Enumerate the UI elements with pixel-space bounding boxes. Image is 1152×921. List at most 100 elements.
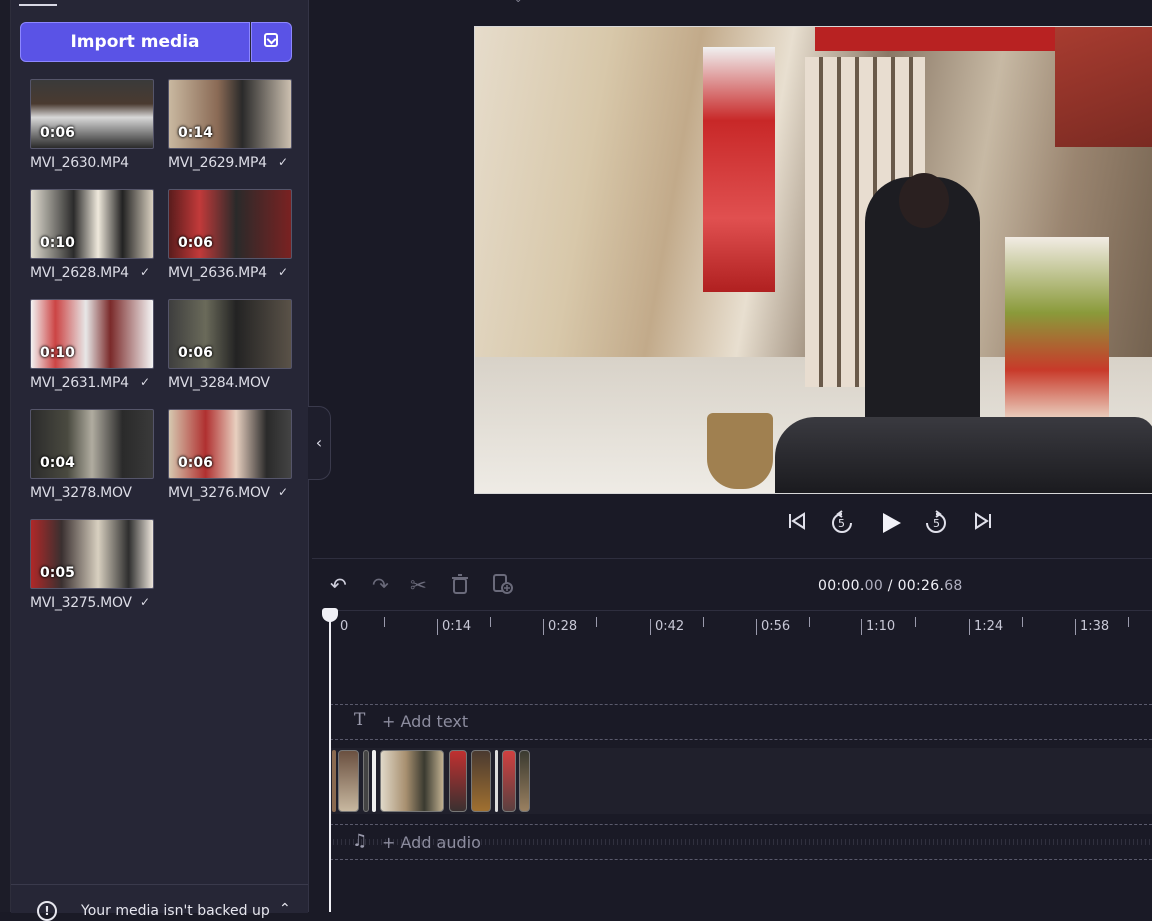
timeline-clip[interactable] <box>363 750 369 812</box>
ruler-label: 0:56 <box>756 619 790 635</box>
caret-icon: ⌄ <box>514 0 522 5</box>
preview-person-head <box>899 173 949 228</box>
media-thumbnail: 0:04 <box>30 409 154 479</box>
media-item[interactable]: 0:06 MVI_2636.MP4 ✓ <box>168 189 292 299</box>
media-item[interactable]: 0:05 MVI_3275.MOV ✓ <box>30 519 154 629</box>
timeline-clip[interactable] <box>519 750 530 812</box>
import-media-dropdown[interactable] <box>251 22 292 62</box>
media-filename: MVI_2631.MP4 <box>30 375 129 391</box>
timeline-clip[interactable] <box>332 750 336 812</box>
forward-5-icon[interactable]: 5 <box>924 510 948 540</box>
current-time: 00:00. <box>818 578 865 594</box>
current-time-ms: 00 <box>864 578 884 594</box>
text-track[interactable]: T + Add text <box>330 704 1152 740</box>
timeline-clip[interactable] <box>502 750 516 812</box>
media-thumbnail: 0:14 <box>168 79 292 149</box>
ruler-label: 0 <box>340 619 349 634</box>
media-thumbnail: 0:06 <box>30 79 154 149</box>
timecode: 00:00.00 / 00:26.68 <box>818 578 963 594</box>
video-track[interactable] <box>330 748 1152 814</box>
timeline-clip[interactable] <box>372 750 376 812</box>
media-duration: 0:04 <box>40 455 75 471</box>
media-duration: 0:05 <box>40 565 75 581</box>
ruler-label: 1:38 <box>1075 619 1109 635</box>
ruler-tick <box>915 617 916 627</box>
time-separator: / <box>887 578 893 594</box>
timeline-clip[interactable] <box>495 750 498 812</box>
media-duration: 0:10 <box>40 345 75 361</box>
timeline-clip[interactable] <box>471 750 491 812</box>
video-preview[interactable] <box>474 26 1152 494</box>
add-to-timeline-icon[interactable] <box>492 573 514 600</box>
ruler-tick <box>490 617 491 627</box>
audio-track[interactable]: ♫ + Add audio <box>330 824 1152 860</box>
redo-icon[interactable]: ↷ <box>372 573 389 597</box>
ruler-tick <box>596 617 597 627</box>
timeline-ruler[interactable]: 0 0:14 0:28 0:42 0:56 1:10 1:24 1:38 <box>330 610 1152 641</box>
ruler-tick <box>1128 617 1129 627</box>
media-duration: 0:10 <box>40 235 75 251</box>
media-thumbnail: 0:05 <box>30 519 154 589</box>
media-item[interactable]: 0:14 MVI_2629.MP4 ✓ <box>168 79 292 189</box>
skip-to-end-icon[interactable] <box>972 510 994 537</box>
added-check-icon: ✓ <box>140 375 151 389</box>
ruler-tick <box>1022 617 1023 627</box>
rewind-5-icon[interactable]: 5 <box>830 510 854 540</box>
play-icon[interactable] <box>878 510 904 540</box>
active-tab-indicator <box>19 4 57 6</box>
added-check-icon: ✓ <box>140 595 151 609</box>
preview-stand <box>1005 237 1109 427</box>
info-icon: ! <box>37 901 57 921</box>
import-media-button[interactable]: Import media <box>20 22 250 62</box>
media-filename: MVI_2629.MP4 <box>168 155 267 171</box>
divider <box>312 558 1152 559</box>
media-duration: 0:06 <box>178 455 213 471</box>
playhead[interactable] <box>329 618 331 912</box>
chevron-up-icon[interactable]: ⌃ <box>279 901 291 917</box>
collapse-panel-button[interactable]: ‹ <box>308 406 331 480</box>
ruler-label: 1:24 <box>969 619 1003 635</box>
preview-roof <box>1055 27 1152 147</box>
media-filename: MVI_3284.MOV <box>168 375 270 391</box>
added-check-icon: ✓ <box>278 155 289 169</box>
undo-icon[interactable]: ↶ <box>330 573 347 597</box>
media-duration: 0:14 <box>178 125 213 141</box>
media-item[interactable]: 0:06 MVI_2630.MP4 <box>30 79 154 189</box>
media-item[interactable]: 0:10 MVI_2631.MP4 ✓ <box>30 299 154 409</box>
ruler-label: 0:42 <box>650 619 684 635</box>
media-thumbnail: 0:06 <box>168 299 292 369</box>
media-filename: MVI_3278.MOV <box>30 485 132 501</box>
added-check-icon: ✓ <box>278 265 289 279</box>
backup-banner[interactable]: ! Your media isn't backed up ⌃ <box>11 884 308 921</box>
preview-scooter <box>775 417 1152 493</box>
media-filename: MVI_2636.MP4 <box>168 265 267 281</box>
backup-message: Your media isn't backed up <box>81 903 270 919</box>
media-duration: 0:06 <box>178 345 213 361</box>
trash-icon[interactable] <box>450 573 470 600</box>
scissors-icon[interactable]: ✂ <box>410 573 427 597</box>
media-item[interactable]: 0:04 MVI_3278.MOV <box>30 409 154 519</box>
media-thumbnail: 0:10 <box>30 189 154 259</box>
timeline-clip[interactable] <box>338 750 359 812</box>
skip-to-start-icon[interactable] <box>786 510 808 537</box>
left-rail <box>0 0 11 912</box>
total-time-ms: 68 <box>944 578 963 594</box>
media-item[interactable]: 0:06 MVI_3276.MOV ✓ <box>168 409 292 519</box>
ruler-tick <box>809 617 810 627</box>
media-filename: MVI_2628.MP4 <box>30 265 129 281</box>
add-audio-label[interactable]: + Add audio <box>382 833 481 852</box>
media-item[interactable]: 0:06 MVI_3284.MOV <box>168 299 292 409</box>
preview-awning <box>815 27 1075 51</box>
add-text-label[interactable]: + Add text <box>382 712 468 731</box>
timeline-clip[interactable] <box>449 750 467 812</box>
added-check-icon: ✓ <box>140 265 151 279</box>
media-thumbnail: 0:06 <box>168 189 292 259</box>
media-item[interactable]: 0:10 MVI_2628.MP4 ✓ <box>30 189 154 299</box>
media-thumbnail: 0:10 <box>30 299 154 369</box>
timeline-clip[interactable] <box>380 750 444 812</box>
media-filename: MVI_3275.MOV <box>30 595 132 611</box>
ruler-label: 0:14 <box>437 619 471 635</box>
preview-pot <box>707 413 773 489</box>
ruler-label: 0:28 <box>543 619 577 635</box>
media-duration: 0:06 <box>178 235 213 251</box>
